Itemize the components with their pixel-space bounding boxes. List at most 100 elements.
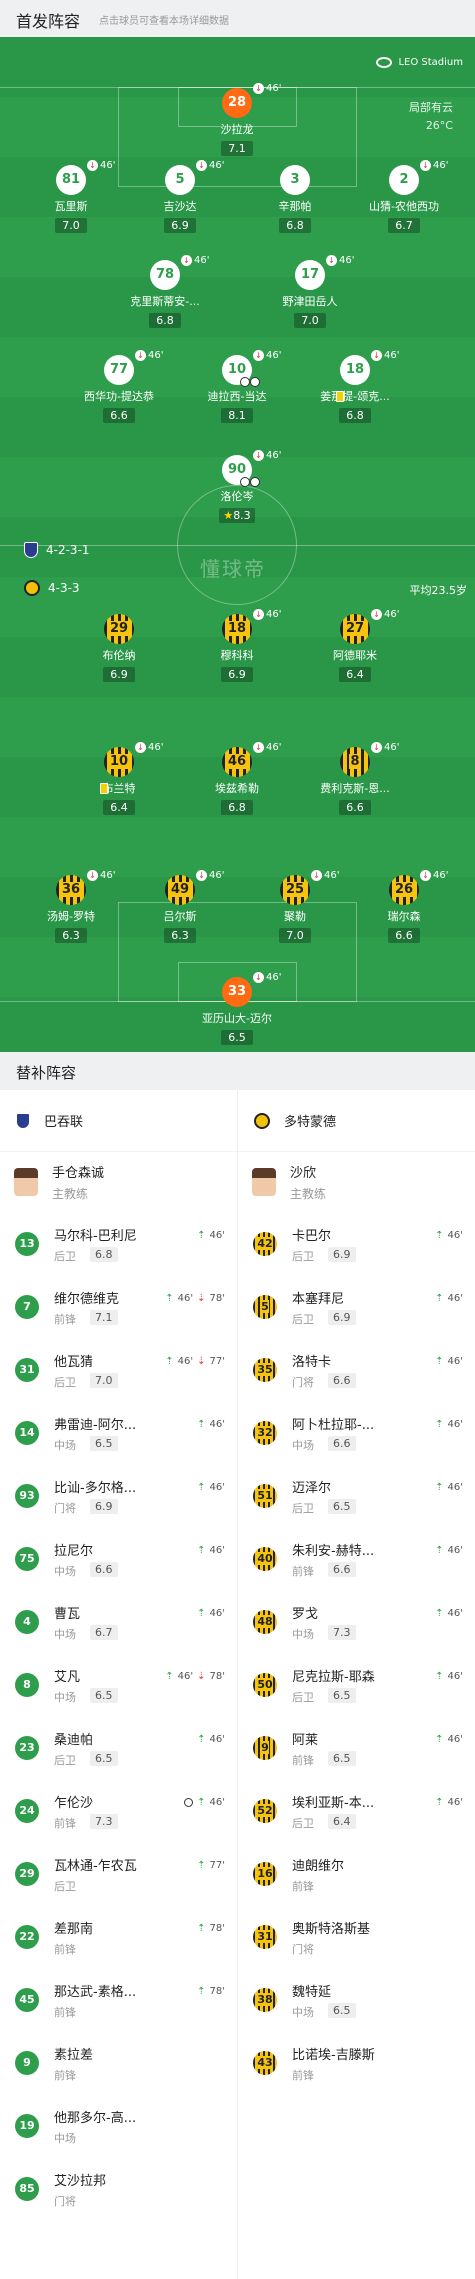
away-coach[interactable]: 沙欣 主教练 [238,1152,475,1212]
sub-player-row[interactable]: 93 比讪-多尔格... 门将 6.9 ⇡ 46' [0,1464,237,1527]
player-home-st[interactable]: 90 ↓ 46' 洛伦岑 ★8.3 [189,450,285,523]
player-home-lb[interactable]: 2 ↓ 46' 山猜-农他西功 6.7 [356,160,452,233]
player-events: ⇡ 46' [197,1734,225,1745]
player-away-lb[interactable]: 36 ↓ 46' 汤姆-罗特 6.3 [23,870,119,943]
player-away-lw[interactable]: 27 ↓ 46' 阿德耶米 6.4 [307,609,403,682]
player-away-lcm[interactable]: 8 ↓ 46' 费利克斯-恩... 6.6 [307,742,403,815]
sub-off-minute: 78' [209,1671,225,1682]
shirt-number: 13 [15,1232,39,1256]
sub-off-icon: ↓ [371,350,382,361]
player-home-rdm[interactable]: 78 ↓ 46' 克里斯蒂安-... 6.8 [117,255,213,328]
sub-player-row[interactable]: 38 魏特延 中场 6.5 [238,1968,475,2031]
sub-player-row[interactable]: 51 迈泽尔 后卫 6.5 ⇡ 46' [238,1464,475,1527]
shirt-number: 7 [15,1295,39,1319]
player-rating: 6.9 [103,667,135,682]
player-rating: 6.6 [90,1562,118,1577]
sub-player-row[interactable]: 75 拉尼尔 中场 6.6 ⇡ 46' [0,1527,237,1590]
shirt-number: 29 [104,614,134,644]
player-home-gk[interactable]: 28 ↓ 46' 沙拉龙 7.1 [189,83,285,156]
away-team-row[interactable]: 多特蒙德 [238,1090,475,1152]
sub-player-row[interactable]: 8 艾凡 中场 6.5 ⇡ 46' ⇣ 78' [0,1653,237,1716]
sub-player-row[interactable]: 4 曹瓦 中场 6.7 ⇡ 46' [0,1590,237,1653]
sub-on-minute: 46' [177,1356,194,1367]
player-home-ldm[interactable]: 17 ↓ 46' 野津田岳人 7.0 [262,255,358,328]
home-team-row[interactable]: 巴吞联 [0,1090,237,1152]
player-home-cam[interactable]: 10 ↓ 46' 迪拉西-当达 8.1 [189,350,285,423]
sub-player-row[interactable]: 7 维尔德维克 前锋 7.1 ⇡ 46' ⇣ 78' [0,1275,237,1338]
away-formation: 4-3-3 [24,580,80,596]
sub-player-row[interactable]: 29 瓦林通-乍农瓦 后卫 ⇡ 77' [0,1842,237,1905]
sub-player-row[interactable]: 35 洛特卡 门将 6.6 ⇡ 46' [238,1338,475,1401]
player-home-rb[interactable]: 81 ↓ 46' 瓦里斯 7.0 [23,160,119,233]
player-away-rcm[interactable]: 10 ↓ 46' 布兰特 6.4 [71,742,167,815]
sub-player-row[interactable]: 23 桑迪帕 后卫 6.5 ⇡ 46' [0,1716,237,1779]
player-position: 中场 [292,1628,314,1641]
sub-off-icon: ↓ [196,160,207,171]
player-name: 弗雷迪-阿尔... [54,1418,137,1433]
shirt-number: 45 [15,1988,39,2012]
player-rating: 6.9 [221,667,253,682]
sub-off-minute: 77' [209,1356,225,1367]
sub-player-row[interactable]: 85 艾沙拉邦 门将 [0,2157,237,2220]
player-events: ⇡ 46' [435,1230,463,1241]
player-name: 野津田岳人 [282,295,338,308]
player-home-rcb[interactable]: 5 ↓ 46' 吉沙达 6.9 [132,160,228,233]
sub-player-row[interactable]: 32 阿卜杜拉耶-... 中场 6.6 ⇡ 46' [238,1401,475,1464]
home-coach[interactable]: 手仓森诚 主教练 [0,1152,237,1212]
player-events: ⇡ 46' [197,1545,225,1556]
batun-crest-icon [16,1112,30,1129]
player-events: ⇡ 46' [435,1797,463,1808]
player-rating: 6.5 [328,1751,356,1766]
player-away-st[interactable]: 18 ↓ 46' 穆科科 6.9 [189,609,285,682]
sub-player-row[interactable]: 43 比诺埃-吉滕斯 前锋 [238,2031,475,2094]
coach-role: 主教练 [290,1187,327,1201]
sub-player-row[interactable]: 22 差那南 前锋 ⇡ 78' [0,1905,237,1968]
player-away-gk[interactable]: 33 ↓ 46' 亚历山大-迈尔 6.5 [189,972,285,1045]
player-events: ⇡ 46' [197,1230,225,1241]
sub-on-icon: ⇡ [197,1230,206,1241]
player-events: ⇡ 46' ⇣ 78' [165,1671,225,1682]
player-position: 前锋 [54,1313,76,1326]
player-position: 门将 [54,1502,76,1515]
player-rating: 6.6 [103,408,135,423]
player-home-rw[interactable]: 77 ↓ 46' 西华功-提达恭 6.6 [71,350,167,423]
sub-player-row[interactable]: 9 阿莱 前锋 6.5 ⇡ 46' [238,1716,475,1779]
sub-player-row[interactable]: 50 尼克拉斯-耶森 后卫 6.5 ⇡ 46' [238,1653,475,1716]
sub-player-row[interactable]: 19 他那多尔-高... 中场 [0,2094,237,2157]
away-average-age: 平均23.5岁 [409,584,468,597]
sub-player-row[interactable]: 14 弗雷迪-阿尔... 中场 6.5 ⇡ 46' [0,1401,237,1464]
player-events: ⇡ 78' [197,1923,225,1934]
sub-on-minute: 46' [209,1482,225,1493]
player-position: 后卫 [54,1880,76,1893]
player-home-lcb[interactable]: 3 辛那帕 6.8 [247,165,343,233]
player-away-rb[interactable]: 26 ↓ 46' 瑞尔森 6.6 [356,870,452,943]
sub-on-icon: ⇡ [197,1608,206,1619]
player-away-lcb[interactable]: 49 ↓ 46' 吕尔斯 6.3 [132,870,228,943]
shirt-number: 18 [222,614,252,644]
sub-player-row[interactable]: 24 乍伦沙 前锋 7.3 ⇡ 46' [0,1779,237,1842]
home-formation-label: 4-2-3-1 [46,543,90,557]
sub-player-row[interactable]: 42 卡巴尔 后卫 6.9 ⇡ 46' [238,1212,475,1275]
venue-name: LEO Stadium [398,57,463,68]
sub-player-row[interactable]: 31 奥斯特洛斯基 门将 [238,1905,475,1968]
subs-title: 替补阵容 [16,1064,77,1082]
sub-on-minute: 46' [209,1734,225,1745]
player-away-rw[interactable]: 29 布伦纳 6.9 [71,614,167,682]
player-away-cm[interactable]: 46 ↓ 46' 埃兹希勒 6.8 [189,742,285,815]
player-name: 聚勒 [284,910,306,923]
player-away-rcb[interactable]: 25 ↓ 46' 聚勒 7.0 [247,870,343,943]
sub-player-row[interactable]: 9 素拉差 前锋 [0,2031,237,2094]
sub-player-row[interactable]: 52 埃利亚斯-本... 后卫 6.4 ⇡ 46' [238,1779,475,1842]
sub-player-row[interactable]: 5 本塞拜尼 后卫 6.9 ⇡ 46' [238,1275,475,1338]
player-rating: 6.5 [90,1751,118,1766]
sub-player-row[interactable]: 16 迪朗维尔 前锋 [238,1842,475,1905]
player-home-lw[interactable]: 18 ↓ 46' 姜那提-颂克... 6.8 [307,350,403,423]
sub-player-row[interactable]: 31 他瓦猜 后卫 7.0 ⇡ 46' ⇣ 77' [0,1338,237,1401]
sub-player-row[interactable]: 40 朱利安-赫特... 前锋 6.6 ⇡ 46' [238,1527,475,1590]
sub-on-icon: ⇡ [435,1608,444,1619]
sub-player-row[interactable]: 45 那达武-素格... 前锋 ⇡ 78' [0,1968,237,2031]
player-name: 维尔德维克 [54,1292,120,1307]
sub-player-row[interactable]: 48 罗戈 中场 7.3 ⇡ 46' [238,1590,475,1653]
sub-player-row[interactable]: 13 马尔科-巴利尼 后卫 6.8 ⇡ 46' [0,1212,237,1275]
sub-off-icon: ⇣ [197,1293,206,1304]
